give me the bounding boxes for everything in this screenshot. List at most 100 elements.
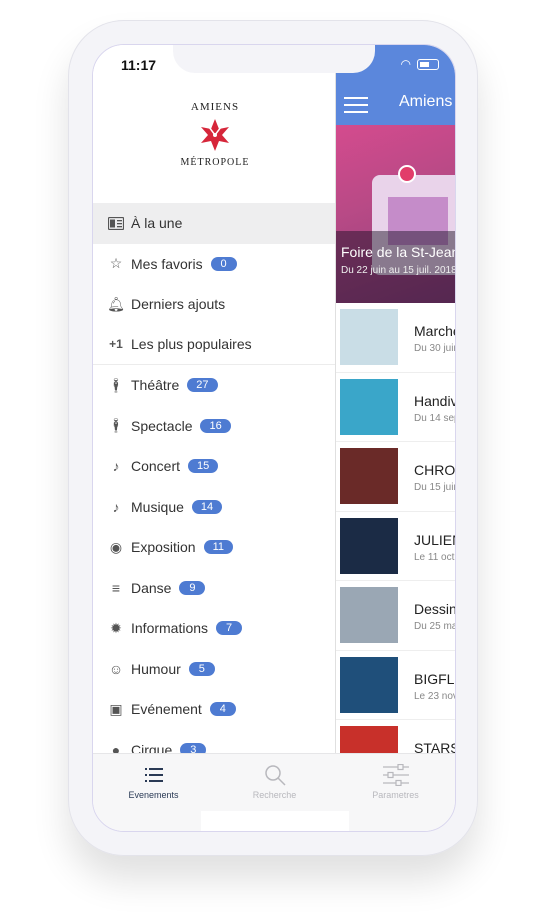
event-row[interactable]: CHROMA Du 15 juin: [336, 442, 456, 512]
notch: [173, 45, 375, 73]
event-row[interactable]: Handivol Du 14 sept.: [336, 373, 455, 442]
menu-item-label: Informations: [131, 620, 209, 637]
logo-text-top: AMIENS: [190, 101, 240, 113]
search-icon: [214, 764, 335, 786]
list-icon: [93, 764, 214, 786]
plus-one-icon: +1: [109, 337, 123, 352]
menu-item-label: Mes favoris: [131, 255, 203, 272]
menu-item[interactable]: ≡ Danse 9: [93, 568, 335, 609]
menu-item-label: Concert: [131, 458, 181, 475]
battery-icon: [417, 58, 439, 70]
count-badge: 4: [209, 702, 236, 717]
tab-label: Recherche: [252, 790, 297, 800]
event-title: STARS 80: [414, 740, 456, 753]
menu-item[interactable]: ♪ Concert 15: [93, 446, 335, 487]
person-icon: 🕴︎: [107, 417, 125, 434]
event-title: Dessiner: [414, 601, 456, 617]
hero-card[interactable]: Foire de la St-Jean Du 22 juin au 15 jui…: [336, 125, 456, 303]
tab-label: Parametres: [372, 790, 419, 800]
playlist-icon: ≡: [111, 579, 121, 596]
event-thumbnail: [340, 517, 398, 574]
sliders-icon: [335, 764, 455, 786]
menu-item-label: Musique: [131, 498, 184, 515]
menu-item[interactable]: ● Cirque 3: [93, 730, 335, 753]
menu-item[interactable]: 🕴︎ Spectacle 16: [93, 406, 335, 447]
menu-item[interactable]: À la une: [93, 203, 335, 244]
hamburger-icon[interactable]: [344, 97, 368, 115]
status-icons: ◠: [401, 57, 439, 71]
event-date: Le 23 nov.: [414, 690, 456, 702]
event-title: CHROMA: [414, 462, 456, 478]
event-thumbnail: [340, 378, 398, 435]
event-thumbnail: [340, 656, 398, 713]
tab-parametres[interactable]: Parametres: [335, 754, 455, 814]
menu-item-label: Exposition: [131, 539, 196, 556]
menu-item[interactable]: ✹ Informations 7: [93, 608, 335, 649]
menu-item[interactable]: ◉ Exposition 11: [93, 527, 335, 568]
count-badge: 7: [216, 621, 243, 636]
count-badge: 9: [179, 580, 206, 595]
event-thumbnail: [340, 726, 398, 753]
app-screen: 11:17 ◠ Amiens Foire de la St-Jean Du 22…: [92, 44, 456, 832]
menu-item[interactable]: ☺ Humour 5: [93, 649, 335, 690]
hero-image-dot: [398, 165, 416, 183]
music-note-icon: ♪: [112, 458, 120, 475]
event-row[interactable]: Dessiner Du 25 mai: [336, 581, 456, 651]
event-date: Le 11 oct.: [414, 551, 456, 563]
menu-item-label: Derniers ajouts: [131, 296, 226, 313]
event-row[interactable]: JULIEN Le 11 oct.: [336, 512, 456, 581]
menu-item-label: Spectacle: [131, 417, 193, 434]
menu-item-label: Humour: [131, 660, 181, 677]
logo-emblem-icon: [201, 119, 229, 151]
event-date: Du 30 juin: [414, 343, 456, 354]
main-content: Amiens Foire de la St-Jean Du 22 juin au…: [335, 45, 456, 753]
navigation-drawer: AMIENS MÉTROPOLE À la une ☆ Mes favoris 0 🔔︎…: [93, 45, 335, 753]
home-indicator-area: [201, 811, 349, 831]
menu-item[interactable]: ▣ Evénement 4: [93, 689, 335, 730]
count-badge: 15: [188, 459, 219, 474]
menu-item[interactable]: 🔔︎ Derniers ajouts: [93, 284, 335, 325]
menu-item[interactable]: 🕴︎ Théâtre 27: [93, 365, 335, 406]
event-title: JULIEN: [414, 531, 455, 548]
alert-badge-icon: ✹: [110, 619, 122, 636]
menu-item[interactable]: ♪ Musique 14: [93, 487, 335, 528]
event-row[interactable]: Marché Du 30 juin: [336, 303, 456, 373]
event-title: Handivol: [414, 392, 455, 409]
count-badge: 3: [180, 742, 207, 753]
menu-item[interactable]: ☆ Mes favoris 0: [93, 244, 335, 285]
tab-recherche[interactable]: Recherche: [214, 754, 335, 814]
count-badge: 11: [203, 540, 234, 555]
menu-list: À la une ☆ Mes favoris 0 🔔︎ Derniers ajouts +1…: [93, 203, 335, 753]
hero-title: Foire de la St-Jean: [341, 244, 456, 260]
event-date: Du 15 juin: [414, 482, 456, 493]
star-icon: ☆: [109, 255, 123, 272]
event-list: Marché Du 30 juin Handivol Du 14 sept. CHROM…: [336, 303, 456, 753]
event-row[interactable]: STARS 80: [336, 720, 456, 753]
menu-item[interactable]: +1 Les plus populaires: [93, 325, 335, 365]
logo-text-bottom: MÉTROPOLE: [180, 157, 250, 168]
hero-date: Du 22 juin au 15 juil. 2018: [341, 265, 456, 276]
newspaper-icon: [107, 214, 125, 232]
event-date: Du 14 sept.: [414, 412, 455, 424]
music-note-icon: ♪: [112, 498, 120, 515]
count-badge: 14: [191, 499, 223, 514]
tab-label: Evenements: [128, 790, 179, 800]
smiley-icon: ☺: [108, 660, 124, 677]
event-date: Du 25 mai: [414, 621, 456, 632]
count-badge: 0: [210, 256, 237, 271]
eye-icon: ◉: [109, 538, 123, 555]
amiens-metropole-logo: AMIENS MÉTROPOLE: [177, 101, 253, 177]
event-thumbnail: [340, 587, 398, 643]
status-time: 11:17: [121, 57, 157, 73]
header-title: Amiens: [399, 93, 453, 110]
event-title: Marché: [414, 323, 455, 339]
tab-evenements[interactable]: Evenements: [93, 754, 214, 814]
menu-item-label: Danse: [131, 579, 172, 596]
feedback-icon: ▣: [109, 700, 123, 717]
bell-plus-icon: 🔔︎: [107, 295, 125, 312]
count-badge: 27: [187, 378, 218, 393]
menu-item-label: À la une: [131, 215, 183, 232]
event-thumbnail: [340, 309, 398, 365]
count-badge: 16: [200, 418, 231, 433]
event-row[interactable]: BIGFLO Le 23 nov.: [336, 651, 456, 720]
